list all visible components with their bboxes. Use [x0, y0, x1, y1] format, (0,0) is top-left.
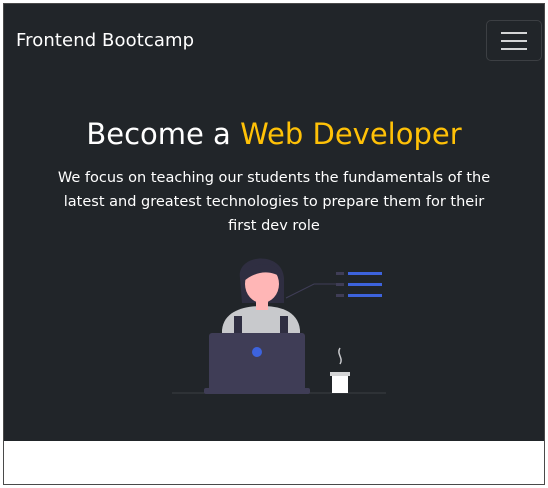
hamburger-menu-icon [501, 32, 527, 50]
hero-section: Frontend Bootcamp Become a Web Developer… [4, 4, 544, 441]
developer-at-laptop-illustration [172, 258, 386, 394]
headline-accent: Web Developer [240, 117, 462, 151]
hero-headline: Become a Web Developer [4, 117, 544, 151]
navbar-toggler-button[interactable] [486, 20, 542, 61]
navbar-brand[interactable]: Frontend Bootcamp [16, 30, 194, 51]
hero-lead-text: We focus on teaching our students the fu… [57, 170, 491, 234]
headline-prefix: Become a [86, 117, 241, 151]
page-frame: Frontend Bootcamp Become a Web Developer… [3, 3, 545, 485]
navbar: Frontend Bootcamp [4, 4, 544, 80]
